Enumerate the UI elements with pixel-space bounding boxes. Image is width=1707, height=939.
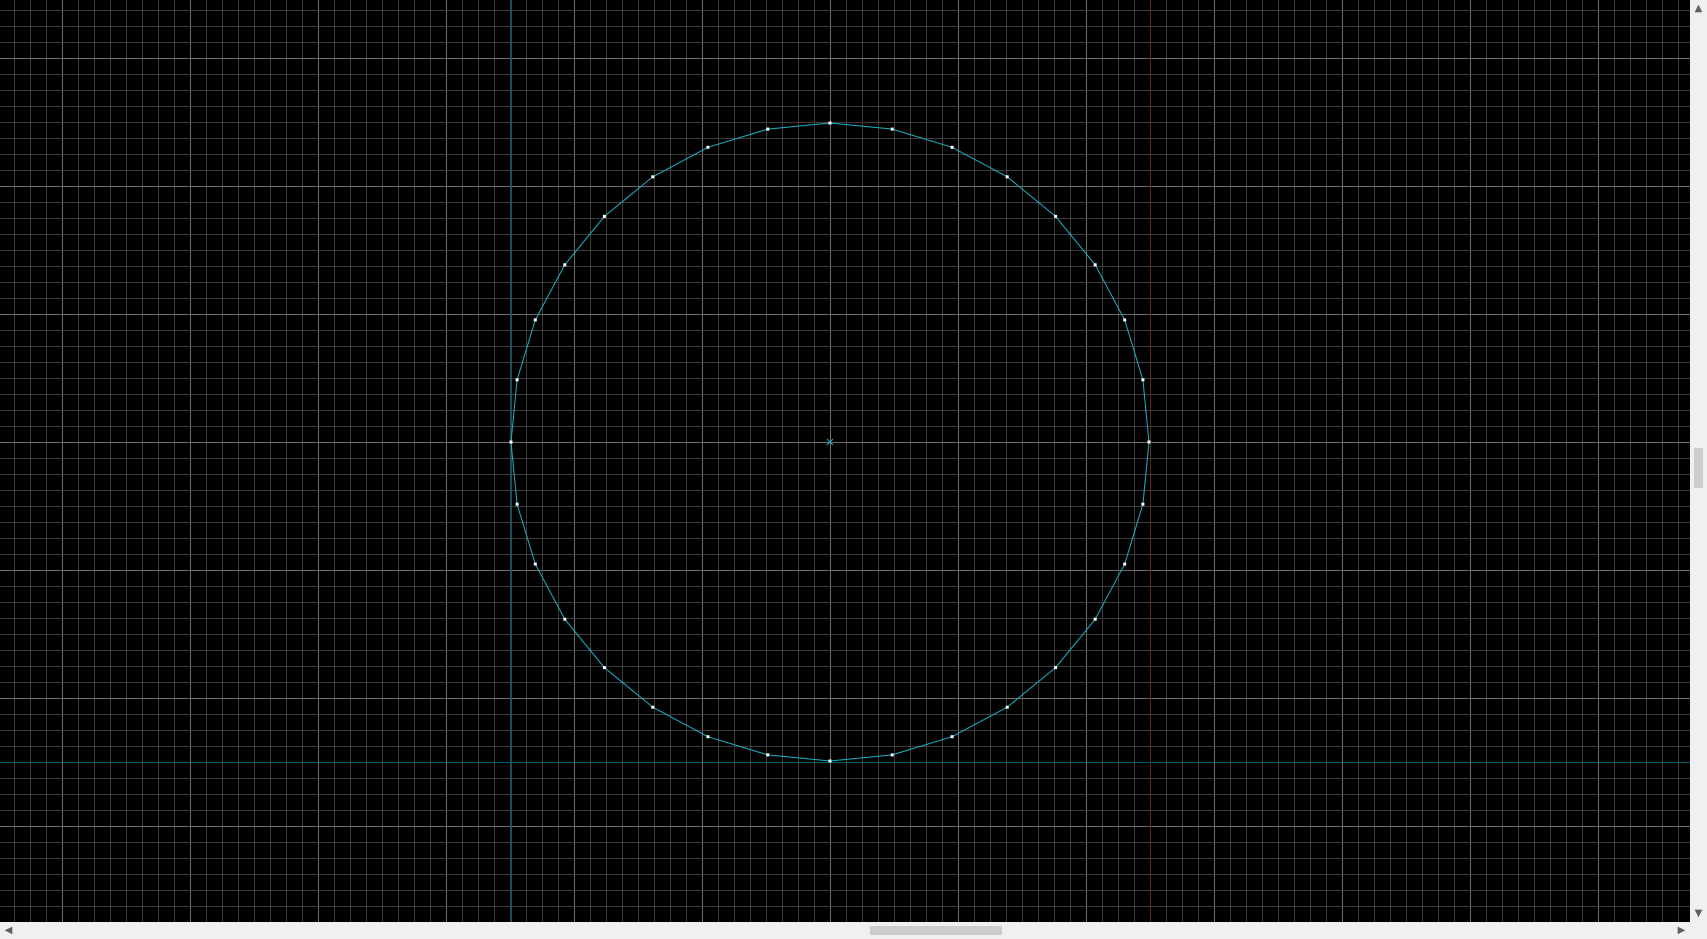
circle-vertex-handle[interactable]	[563, 617, 567, 621]
vertical-scrollbar[interactable]: ▲ ▼	[1690, 0, 1707, 922]
circle-vertex-handle[interactable]	[706, 145, 710, 149]
circle-vertex-handle[interactable]	[1147, 440, 1151, 444]
circle-vertex-handle[interactable]	[563, 263, 567, 267]
scroll-down-icon[interactable]: ▼	[1690, 905, 1707, 922]
circle-vertex-handle[interactable]	[766, 127, 770, 131]
horizontal-scrollbar[interactable]: ◀ ▶	[0, 922, 1690, 939]
circle-vertex-handle[interactable]	[602, 666, 606, 670]
circle-vertex-handle[interactable]	[1054, 666, 1058, 670]
circle-vertex-handle[interactable]	[533, 318, 537, 322]
circle-vertex-handle[interactable]	[706, 735, 710, 739]
circle-vertex-handle[interactable]	[1093, 263, 1097, 267]
circle-vertex-handle[interactable]	[1141, 502, 1145, 506]
vertical-scroll-thumb[interactable]	[1694, 448, 1703, 488]
circle-vertex-handle[interactable]	[515, 378, 519, 382]
circle-vertex-handle[interactable]	[828, 759, 832, 763]
circle-vertex-handle[interactable]	[651, 175, 655, 179]
circle-vertex-handle[interactable]	[1141, 378, 1145, 382]
circle-vertex-handle[interactable]	[533, 562, 537, 566]
scroll-up-icon[interactable]: ▲	[1690, 0, 1707, 17]
drawing-viewport[interactable]	[0, 0, 1690, 922]
editor-window: ▲ ▼ ◀ ▶	[0, 0, 1707, 939]
circle-vertex-handle[interactable]	[1093, 617, 1097, 621]
circle-vertex-handle[interactable]	[1054, 214, 1058, 218]
circle-vertex-handle[interactable]	[651, 705, 655, 709]
circle-vertex-handle[interactable]	[1005, 175, 1009, 179]
circle-vertex-handle[interactable]	[509, 440, 513, 444]
circle-vertex-handle[interactable]	[890, 127, 894, 131]
circle-vertex-handle[interactable]	[890, 753, 894, 757]
circle-vertex-handle[interactable]	[766, 753, 770, 757]
circle-vertex-handle[interactable]	[1123, 562, 1127, 566]
circle-vertex-handle[interactable]	[950, 145, 954, 149]
circle-vertex-handle[interactable]	[515, 502, 519, 506]
scroll-right-icon[interactable]: ▶	[1673, 922, 1690, 939]
circle-vertex-handle[interactable]	[1123, 318, 1127, 322]
grid-canvas[interactable]	[0, 0, 1690, 922]
scroll-left-icon[interactable]: ◀	[0, 922, 17, 939]
scroll-corner	[1690, 922, 1707, 939]
circle-vertex-handle[interactable]	[602, 214, 606, 218]
circle-vertex-handle[interactable]	[1005, 705, 1009, 709]
circle-vertex-handle[interactable]	[950, 735, 954, 739]
horizontal-scroll-thumb[interactable]	[870, 926, 1002, 935]
circle-vertex-handle[interactable]	[828, 121, 832, 125]
